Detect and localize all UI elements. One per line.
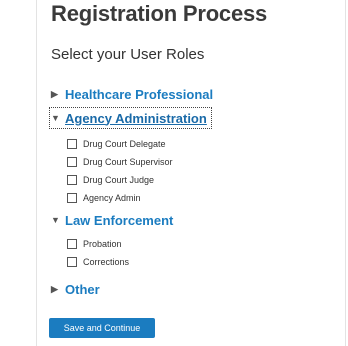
role-option-corrections[interactable]: Corrections [67,255,129,269]
role-option-drug-court-supervisor[interactable]: Drug Court Supervisor [67,155,173,169]
section-header-healthcare-professional[interactable]: ▶ Healthcare Professional [51,85,213,103]
checkbox-label: Drug Court Supervisor [83,157,173,167]
page-title: Registration Process [51,1,268,26]
checkbox[interactable] [67,175,77,185]
section-header-agency-administration[interactable]: ▼ Agency Administration [49,107,212,129]
role-option-probation[interactable]: Probation [67,237,122,251]
checkbox-label: Probation [83,239,122,249]
role-option-drug-court-delegate[interactable]: Drug Court Delegate [67,137,166,151]
checkbox[interactable] [67,157,77,167]
section-header-other[interactable]: ▶ Other [51,280,100,298]
expand-arrow-icon: ▶ [51,88,58,99]
page-subtitle: Select your User Roles [51,46,205,63]
checkbox[interactable] [67,239,77,249]
checkbox-label: Corrections [83,257,130,267]
section-header-law-enforcement[interactable]: ▼ Law Enforcement [51,211,173,229]
checkbox[interactable] [67,193,77,203]
role-option-agency-admin[interactable]: Agency Admin [67,191,141,205]
collapse-arrow-icon: ▼ [51,215,60,225]
checkbox[interactable] [67,257,77,267]
save-and-continue-button[interactable]: Save and Continue [49,318,155,338]
checkbox-label: Drug Court Judge [83,175,155,185]
section-label: Agency Administration [65,110,207,126]
checkbox-label: Drug Court Delegate [83,139,166,149]
section-label: Healthcare Professional [65,86,214,102]
checkbox[interactable] [67,139,77,149]
checkbox-label: Agency Admin [83,193,141,203]
expand-arrow-icon: ▶ [51,283,58,294]
section-label: Other [65,281,100,297]
collapse-arrow-icon: ▼ [51,113,60,123]
role-option-drug-court-judge[interactable]: Drug Court Judge [67,173,154,187]
registration-panel: Registration Process Select your User Ro… [36,0,346,346]
section-label: Law Enforcement [65,212,174,228]
